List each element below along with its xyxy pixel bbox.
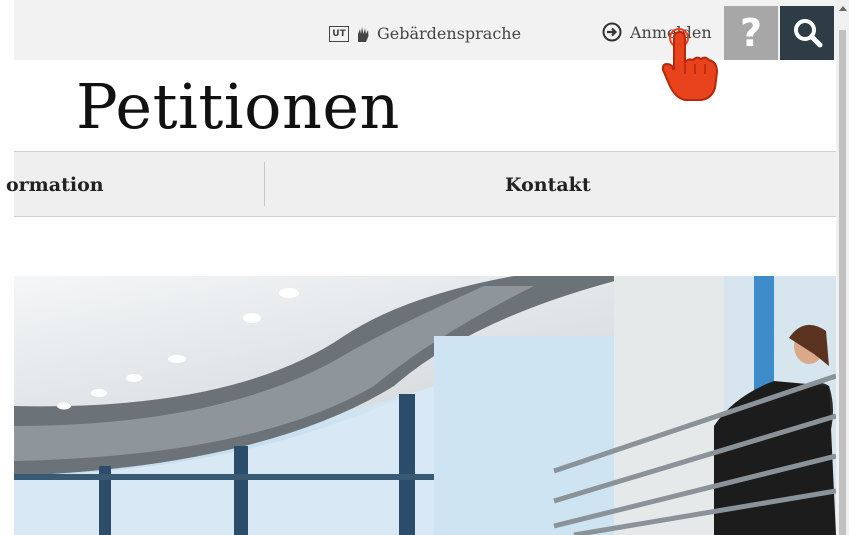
nav-item-kontakt[interactable]: Kontakt [505, 174, 591, 196]
sign-language-link[interactable]: UT Gebärdensprache [329, 24, 521, 43]
scroll-up-arrow-icon[interactable] [839, 6, 847, 11]
search-button[interactable] [780, 6, 834, 60]
main-navigation: ormation Kontakt [6, 151, 836, 217]
help-button[interactable]: ? [724, 6, 778, 60]
login-arrow-icon [602, 22, 622, 42]
page-title: Petitionen [76, 70, 400, 143]
scrollbar-thumb[interactable] [839, 30, 846, 535]
search-icon [794, 19, 823, 48]
hand-sign-icon [358, 26, 369, 42]
question-mark-icon: ? [739, 11, 763, 55]
hero-image [14, 276, 836, 535]
left-edge [0, 0, 14, 535]
sign-language-label: Gebärdensprache [377, 24, 522, 43]
hand-pointer-cursor [661, 28, 719, 101]
hero-photo-illustration [14, 276, 836, 535]
nav-divider [264, 162, 265, 206]
subtitle-ut-icon: UT [329, 25, 349, 42]
nav-item-information[interactable]: ormation [6, 174, 104, 196]
